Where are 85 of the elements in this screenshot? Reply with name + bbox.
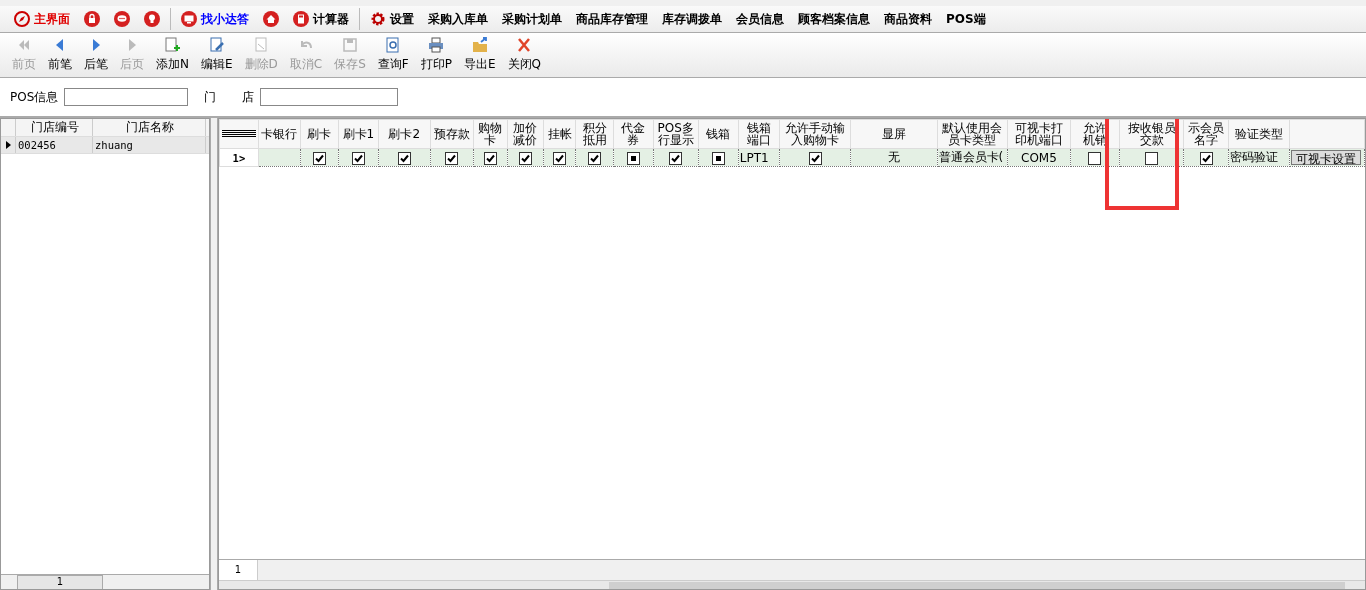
check-mark-icon: [554, 152, 566, 164]
check-mark-icon: [809, 152, 821, 164]
check-mark-icon: [352, 152, 364, 164]
table-cell: COM5: [1021, 150, 1057, 165]
document-pencil-icon: [207, 36, 226, 54]
monitor-icon: [181, 11, 197, 27]
column-header[interactable]: 门店名称: [93, 119, 206, 136]
input-field[interactable]: [64, 88, 189, 106]
nav-item[interactable]: [84, 11, 100, 27]
lines-icon: [221, 130, 256, 138]
checkbox[interactable]: [808, 151, 822, 165]
nav-item[interactable]: [144, 11, 160, 27]
check-mark-icon: [446, 152, 458, 164]
nav-item[interactable]: 商品资料: [884, 10, 932, 28]
row-pointer-icon: [5, 141, 11, 149]
checkbox[interactable]: [553, 151, 567, 165]
check-mark-icon: [313, 152, 325, 164]
card-settings-button[interactable]: 可视卡设置: [1290, 149, 1361, 165]
toolbar-button[interactable]: 添加N: [150, 36, 195, 77]
field-label: 门: [204, 88, 217, 106]
nav-item[interactable]: [114, 11, 130, 27]
field-label: 店: [242, 88, 255, 106]
toolbar-button[interactable]: 编辑E: [195, 36, 239, 77]
table-cell: LPT1: [739, 150, 769, 165]
checkbox[interactable]: [711, 151, 725, 165]
checkbox[interactable]: [1145, 151, 1159, 165]
check-mark-icon: [1200, 152, 1212, 164]
toolbar-button[interactable]: 前笔: [42, 36, 78, 77]
document-plus-icon: [163, 36, 182, 54]
nav-item[interactable]: 找小达答: [181, 10, 249, 28]
checkbox[interactable]: [588, 151, 602, 165]
row-indicator: 1>: [232, 151, 246, 164]
checkbox[interactable]: [483, 151, 497, 165]
check-mark-icon: [670, 152, 682, 164]
checkbox[interactable]: [351, 151, 365, 165]
nav-item[interactable]: POS端: [946, 10, 986, 28]
table-cell: 普通会员卡(: [938, 150, 1004, 164]
table-cell: 无: [887, 150, 900, 164]
check-mark-icon: [589, 152, 601, 164]
page-tab[interactable]: 1: [219, 560, 258, 580]
nav-item[interactable]: [263, 11, 279, 27]
checkbox[interactable]: [1199, 151, 1213, 165]
checkbox[interactable]: [626, 151, 640, 165]
compass-icon: [14, 11, 30, 27]
horizontal-scrollbar[interactable]: [219, 580, 1365, 589]
nav-item[interactable]: 库存调拨单: [662, 10, 722, 28]
nav-item[interactable]: 采购计划单: [502, 10, 562, 28]
home-icon: [263, 11, 279, 27]
nav-item[interactable]: 采购入库单: [428, 10, 488, 28]
toolbar-button[interactable]: 导出E: [458, 36, 502, 77]
table-cell: 密码验证: [1230, 150, 1279, 164]
checkbox[interactable]: [445, 151, 459, 165]
nav-item[interactable]: 顾客档案信息: [798, 10, 870, 28]
toolbar-button[interactable]: 打印P: [414, 36, 458, 77]
checkbox[interactable]: [312, 151, 326, 165]
toolbar-button[interactable]: 查询F: [371, 36, 415, 77]
column-header[interactable]: 显屏: [881, 128, 906, 141]
nav-item[interactable]: 会员信息: [736, 10, 784, 28]
settings-icon: [370, 11, 386, 27]
checkbox[interactable]: [1088, 151, 1102, 165]
nav-item[interactable]: 计算器: [293, 10, 349, 28]
folder-icon: [470, 36, 489, 54]
toolbar-button[interactable]: 关闭Q: [501, 36, 548, 77]
lock-icon: [84, 11, 100, 27]
nav-item[interactable]: 商品库存管理: [576, 10, 648, 28]
checkbox[interactable]: [519, 151, 532, 165]
nav-item[interactable]: 设置: [370, 10, 414, 28]
calculator-icon: [293, 11, 309, 27]
checkbox[interactable]: [397, 151, 411, 165]
store-row[interactable]: 002456 zhuang: [1, 137, 209, 154]
printer-icon: [427, 36, 446, 54]
field-label: POS信息: [10, 88, 59, 106]
table-cell: 002456: [16, 137, 93, 153]
bulb-icon: [144, 11, 160, 27]
toolbar-button[interactable]: 后笔: [78, 36, 114, 77]
table-cell: zhuang: [93, 137, 206, 153]
checkbox[interactable]: [669, 151, 683, 165]
chat-icon: [114, 11, 130, 27]
input-field[interactable]: [260, 88, 399, 106]
column-header[interactable]: 门店编号: [16, 119, 93, 136]
check-mark-icon: [484, 152, 496, 164]
nav-item[interactable]: 主界面: [14, 10, 70, 28]
check-mark-icon: [398, 152, 410, 164]
check-mark-icon: [520, 152, 531, 164]
page-tab[interactable]: 1: [17, 575, 103, 589]
